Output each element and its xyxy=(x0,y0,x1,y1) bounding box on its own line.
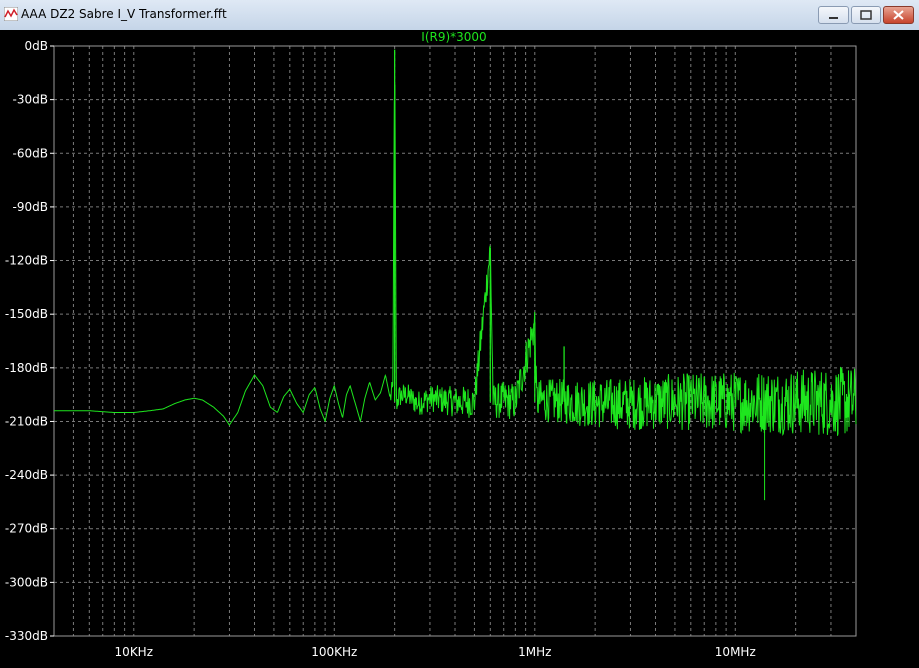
y-tick-label: -30dB xyxy=(13,93,48,107)
fft-window: AAA DZ2 Sabre I_V Transformer.fft 0dB -30… xyxy=(0,0,919,668)
waveform-icon xyxy=(4,7,18,21)
y-tick-label: -90dB xyxy=(13,200,48,214)
y-tick-label: -120dB xyxy=(5,254,48,268)
x-tick-label: 1MHz xyxy=(518,645,551,659)
chart-grid xyxy=(53,45,857,637)
fft-chart[interactable]: 0dB -30dB -60dB -90dB -120dB -150dB -180dB -210… xyxy=(0,30,919,668)
y-tick-label: 0dB xyxy=(25,39,48,53)
maximize-icon xyxy=(860,10,872,20)
minimize-icon xyxy=(829,17,838,19)
x-axis-ticks: 10KHz 100KHz 1MHz 10MHz xyxy=(115,645,756,659)
x-tick-label: 10MHz xyxy=(715,645,756,659)
window-title: AAA DZ2 Sabre I_V Transformer.fft xyxy=(21,7,227,21)
close-icon xyxy=(893,10,904,20)
y-tick-label: -180dB xyxy=(5,361,48,375)
y-axis-ticks: 0dB -30dB -60dB -90dB -120dB -150dB -180dB -210… xyxy=(5,39,54,643)
close-button[interactable] xyxy=(883,6,914,24)
title-bar[interactable]: AAA DZ2 Sabre I_V Transformer.fft xyxy=(0,0,919,30)
y-tick-label: -300dB xyxy=(5,575,48,589)
chart-title: I(R9)*3000 xyxy=(421,30,486,44)
y-tick-label: -330dB xyxy=(5,629,48,643)
x-tick-label: 10KHz xyxy=(115,645,153,659)
y-tick-label: -210dB xyxy=(5,414,48,428)
x-tick-label: 100KHz xyxy=(311,645,357,659)
maximize-button[interactable] xyxy=(851,6,881,24)
y-tick-label: -270dB xyxy=(5,522,48,536)
y-tick-label: -150dB xyxy=(5,307,48,321)
y-tick-label: -60dB xyxy=(13,146,48,160)
y-tick-label: -240dB xyxy=(5,468,48,482)
minimize-button[interactable] xyxy=(818,6,849,24)
